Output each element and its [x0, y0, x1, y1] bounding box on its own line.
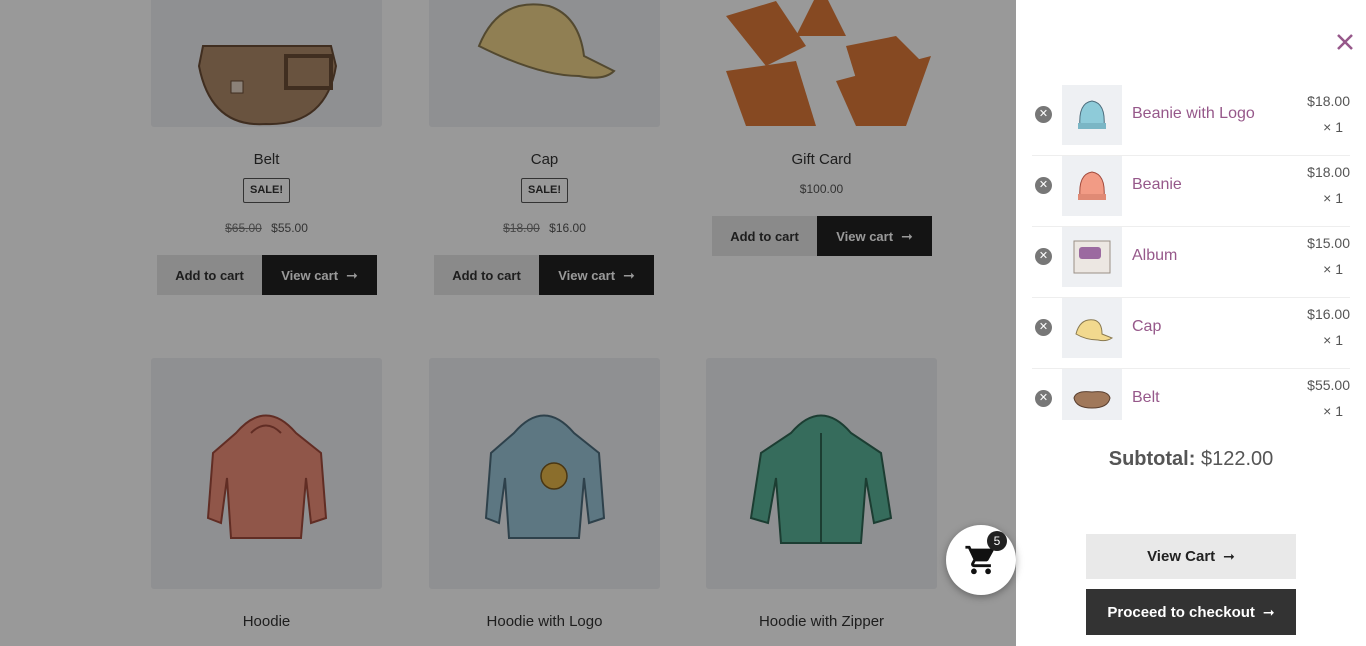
cart-item-quantity: × 1 — [1323, 403, 1343, 419]
arrow-right-icon: ➞ — [1262, 603, 1275, 620]
cart-item-name[interactable]: Beanie — [1132, 176, 1182, 194]
cart-count-badge: 5 — [987, 531, 1007, 551]
cart-item-quantity: × 1 — [1323, 332, 1343, 348]
cart-item-quantity: × 1 — [1323, 190, 1343, 206]
cart-item: ✕ Album $15.00 × 1 — [1032, 227, 1350, 298]
arrow-right-icon: ➞ — [1223, 548, 1235, 564]
cart-item-name[interactable]: Album — [1132, 247, 1177, 265]
cart-item: ✕ Cap $16.00 × 1 — [1032, 298, 1350, 369]
cart-item-name[interactable]: Belt — [1132, 389, 1160, 407]
page-overlay[interactable] — [0, 0, 1016, 646]
mini-cart-panel: ✕ Beanie with Logo $18.00 × 1 ✕ Beanie $… — [1016, 0, 1366, 646]
remove-item-icon[interactable]: ✕ — [1035, 319, 1052, 336]
remove-item-icon[interactable]: ✕ — [1035, 106, 1052, 123]
close-icon[interactable] — [1333, 30, 1357, 54]
cart-item: ✕ Belt $55.00 × 1 — [1032, 369, 1350, 420]
view-cart-button[interactable]: View Cart ➞ — [1086, 534, 1296, 579]
cart-item-price: $16.00 — [1307, 306, 1350, 322]
remove-item-icon[interactable]: ✕ — [1035, 390, 1052, 407]
remove-item-icon[interactable]: ✕ — [1035, 177, 1052, 194]
cart-subtotal: Subtotal: $122.00 — [1016, 448, 1366, 471]
cart-item: ✕ Beanie with Logo $18.00 × 1 — [1032, 85, 1350, 156]
subtotal-value: $122.00 — [1200, 448, 1274, 470]
cart-item-image[interactable] — [1062, 156, 1122, 216]
remove-item-icon[interactable]: ✕ — [1035, 248, 1052, 265]
cart-item: ✕ Beanie $18.00 × 1 — [1032, 156, 1350, 227]
view-cart-label: View Cart — [1147, 548, 1216, 565]
cart-item-quantity: × 1 — [1323, 119, 1343, 135]
checkout-button[interactable]: Proceed to checkout ➞ — [1086, 589, 1296, 635]
cart-item-image[interactable] — [1062, 85, 1122, 145]
cart-item-image[interactable] — [1062, 298, 1122, 358]
cart-item-name[interactable]: Cap — [1132, 318, 1161, 336]
cart-item-image[interactable] — [1062, 369, 1122, 420]
cart-item-quantity: × 1 — [1323, 261, 1343, 277]
cart-item-name[interactable]: Beanie with Logo — [1132, 105, 1255, 123]
cart-item-price: $55.00 — [1307, 377, 1350, 393]
checkout-label: Proceed to checkout — [1107, 603, 1255, 621]
cart-item-price: $15.00 — [1307, 235, 1350, 251]
cart-item-price: $18.00 — [1307, 164, 1350, 180]
cart-item-image[interactable] — [1062, 227, 1122, 287]
subtotal-label: Subtotal: — [1108, 448, 1196, 470]
cart-item-price: $18.00 — [1307, 93, 1350, 109]
